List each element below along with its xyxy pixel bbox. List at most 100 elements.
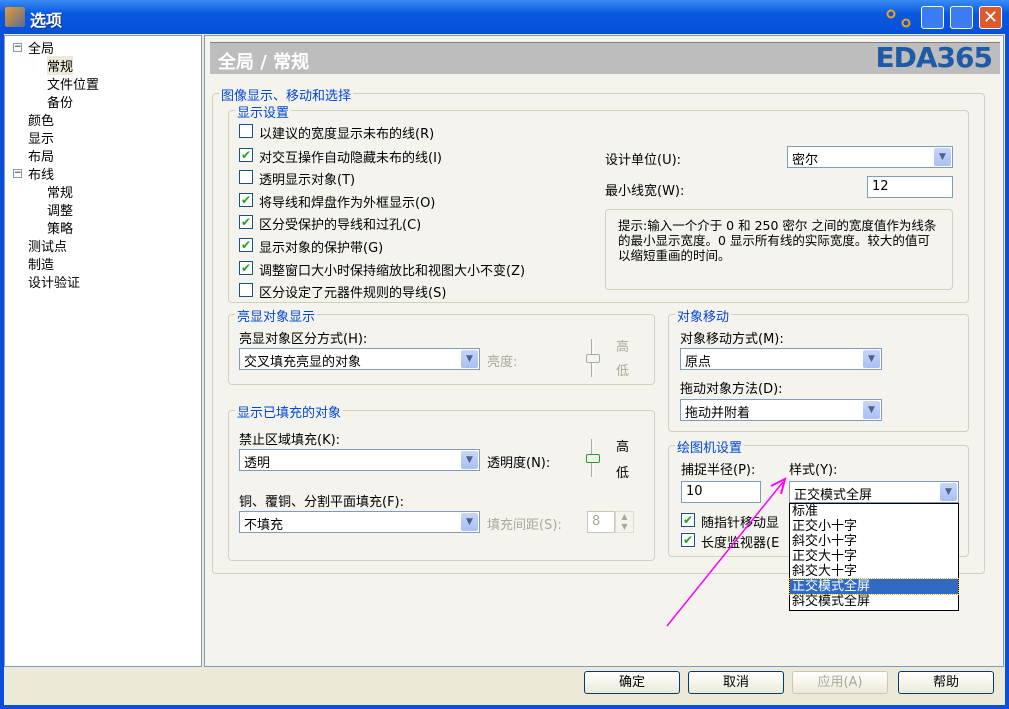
- tree-item-fabrication[interactable]: 制造: [28, 254, 54, 273]
- minimize-button[interactable]: [921, 6, 944, 29]
- checkbox[interactable]: ✔: [239, 238, 253, 252]
- tree-item-routing[interactable]: 布线: [28, 164, 54, 183]
- collapse-icon[interactable]: −: [13, 169, 22, 178]
- checkbox-label: 区分设定了元器件规则的导线(S): [259, 286, 447, 301]
- tree-item-layout[interactable]: 布局: [28, 146, 54, 165]
- checkbox[interactable]: ✔: [239, 261, 253, 275]
- chevron-down-icon: ▼: [863, 401, 880, 419]
- checkbox-label: 以建议的宽度显示未布的线(R): [259, 127, 435, 142]
- checkbox[interactable]: ✔: [239, 148, 253, 162]
- dropdown-option[interactable]: 标准: [790, 504, 958, 519]
- checkbox[interactable]: [239, 124, 253, 138]
- selected-value: 密尔: [792, 153, 819, 168]
- tree-item-test-points[interactable]: 测试点: [28, 236, 67, 255]
- move-method-select[interactable]: 原点 ▼: [680, 348, 882, 370]
- checkbox-label: 随指针移动显: [701, 516, 780, 531]
- high-label: 高: [616, 340, 630, 355]
- min-width-label: 最小线宽(W):: [605, 184, 685, 199]
- selected-value: 透明: [244, 456, 271, 471]
- transparency-label: 透明度(N):: [487, 456, 551, 471]
- tree-item-routing-strategy[interactable]: 策略: [47, 218, 73, 237]
- checkbox-label: 对交互操作自动隐藏未布的线(I): [259, 151, 442, 166]
- snap-radius-label: 捕捉半径(P):: [681, 463, 756, 478]
- chevron-down-icon: ▼: [461, 513, 478, 531]
- close-button[interactable]: ✕: [979, 6, 1002, 29]
- min-width-input[interactable]: 12: [867, 176, 953, 198]
- app-icon: [5, 7, 25, 27]
- keepout-fill-select[interactable]: 透明 ▼: [239, 449, 480, 471]
- style-dropdown-list[interactable]: 标准 正交小十字 斜交小十字 正交大十字 斜交大十字 正交模式全屏 斜交模式全屏: [789, 503, 959, 611]
- checkbox[interactable]: ✔: [239, 215, 253, 229]
- copper-fill-select[interactable]: 不填充 ▼: [239, 511, 480, 533]
- slider-thumb[interactable]: [586, 354, 600, 363]
- tree-item-backup[interactable]: 备份: [47, 92, 73, 111]
- group-title: 绘图机设置: [675, 437, 745, 456]
- drag-method-label: 拖动对象方法(D):: [680, 382, 783, 397]
- checkbox-label: 调整窗口大小时保持缩放比和视图大小不变(Z): [259, 264, 526, 279]
- group-title: 亮显对象显示: [235, 306, 318, 325]
- group-title: 显示设置: [235, 102, 292, 121]
- fill-spacing-label: 填充间距(S):: [487, 518, 562, 533]
- dropdown-option[interactable]: 斜交小十字: [790, 534, 958, 549]
- fill-spacing-input[interactable]: 8: [587, 511, 615, 533]
- copper-fill-label: 铜、覆铜、分割平面填充(F):: [239, 495, 405, 510]
- collapse-icon[interactable]: −: [13, 43, 22, 52]
- chevron-down-icon: ▼: [934, 148, 951, 166]
- chevron-down-icon: ▼: [461, 350, 478, 368]
- high-label: 高: [616, 440, 630, 455]
- selected-value: 正交模式全屏: [794, 488, 873, 503]
- checkbox[interactable]: [239, 283, 253, 297]
- dropdown-option[interactable]: 正交小十字: [790, 519, 958, 534]
- selected-value: 不填充: [244, 518, 284, 533]
- checkbox[interactable]: [239, 170, 253, 184]
- hint-box: 提示:输入一个介于 0 和 250 密尔 之间的宽度值作为线条的最小显示宽度。0…: [605, 209, 953, 290]
- ok-button[interactable]: 确定: [584, 671, 680, 694]
- page-title: 全局 / 常规: [218, 52, 310, 73]
- highlight-mode-select[interactable]: 交叉填充亮显的对象 ▼: [239, 348, 480, 370]
- dropdown-option[interactable]: 斜交模式全屏: [790, 594, 958, 609]
- title-bar: 选项 ✕: [0, 0, 1009, 34]
- checkbox[interactable]: ✔: [681, 533, 695, 547]
- options-tree[interactable]: − 全局 常规 文件位置 备份 颜色 显示 布局 − 布线 常规 调整 策略 测…: [4, 35, 202, 667]
- tree-item-file-locations[interactable]: 文件位置: [47, 74, 99, 93]
- chevron-down-icon: ▼: [461, 451, 478, 469]
- checkbox[interactable]: ✔: [681, 513, 695, 527]
- keepout-fill-label: 禁止区域填充(K):: [239, 433, 341, 448]
- checkbox-label: 长度监视器(E: [701, 536, 780, 551]
- highlight-mode-label: 亮显对象区分方式(H):: [239, 332, 368, 347]
- selected-value: 拖动并附着: [685, 406, 751, 421]
- cancel-button[interactable]: 取消: [688, 671, 784, 694]
- slider-thumb[interactable]: [586, 454, 600, 463]
- tree-item-global[interactable]: 全局: [28, 38, 54, 57]
- style-select[interactable]: 正交模式全屏 ▼: [789, 481, 959, 503]
- spinner-icon[interactable]: ▲ ▼: [615, 511, 634, 533]
- tree-item-display[interactable]: 显示: [28, 128, 54, 147]
- tree-item-colors[interactable]: 颜色: [28, 110, 54, 129]
- apply-button[interactable]: 应用(A): [792, 671, 888, 694]
- design-unit-select[interactable]: 密尔 ▼: [787, 146, 953, 168]
- selected-value: 交叉填充亮显的对象: [244, 355, 362, 370]
- dropdown-option[interactable]: 正交大十字: [790, 549, 958, 564]
- pcb-trace-decoration-icon: [886, 9, 911, 28]
- help-button[interactable]: 帮助: [898, 671, 994, 694]
- page-header: 全局 / 常规 EDA365: [210, 41, 1000, 74]
- checkbox-label: 显示对象的保护带(G): [259, 241, 384, 256]
- checkbox[interactable]: ✔: [239, 193, 253, 207]
- tree-item-design-verification[interactable]: 设计验证: [28, 272, 80, 291]
- checkbox-label: 透明显示对象(T): [259, 173, 356, 188]
- checkbox-label: 将导线和焊盘作为外框显示(O): [259, 196, 436, 211]
- window-title: 选项: [30, 11, 63, 30]
- drag-method-select[interactable]: 拖动并附着 ▼: [680, 399, 882, 421]
- snap-radius-input[interactable]: 10: [681, 481, 761, 503]
- tree-item-general[interactable]: 常规: [47, 56, 74, 75]
- group-title: 显示已填充的对象: [235, 402, 344, 421]
- dropdown-option-selected[interactable]: 正交模式全屏: [789, 578, 959, 595]
- design-unit-label: 设计单位(U):: [605, 153, 682, 168]
- low-label: 低: [616, 466, 630, 481]
- move-method-label: 对象移动方式(M):: [680, 332, 784, 347]
- chevron-down-icon: ▼: [940, 483, 957, 501]
- dropdown-option[interactable]: 斜交大十字: [790, 564, 958, 579]
- tree-item-routing-general[interactable]: 常规: [47, 182, 73, 201]
- maximize-button[interactable]: [950, 6, 973, 29]
- tree-item-routing-adjust[interactable]: 调整: [47, 200, 73, 219]
